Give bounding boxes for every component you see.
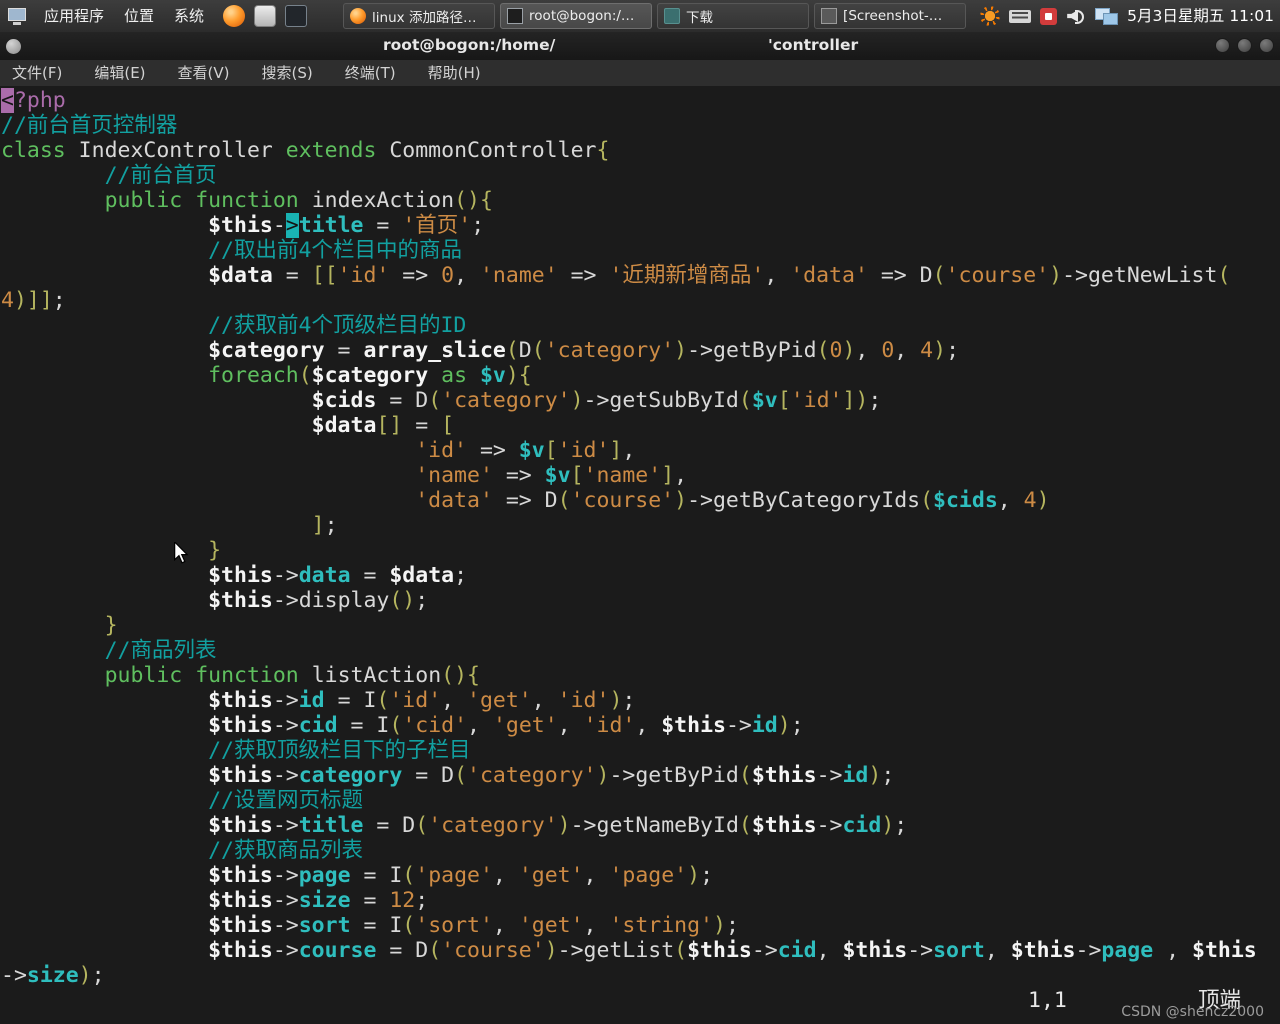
task-button-downloads[interactable]: 下载: [657, 3, 810, 29]
code-line: 'name' => $v['name'],: [415, 463, 688, 488]
image-icon: [821, 8, 838, 24]
panel-left-section: 应用程序 位置 系统: [0, 0, 308, 32]
displays-icon[interactable]: [1095, 6, 1119, 26]
brightness-icon[interactable]: [980, 6, 1001, 26]
computer-icon[interactable]: [6, 6, 28, 26]
code-line: $this->sort = I('sort', 'get', 'string')…: [208, 913, 739, 938]
menubar-item-search[interactable]: 搜索(S): [254, 60, 321, 86]
input-method-icon[interactable]: [1040, 7, 1058, 25]
volume-icon[interactable]: [1066, 6, 1086, 26]
code-line: class IndexController extends CommonCont…: [1, 138, 610, 163]
system-tray: 5月3日星期五 11:01: [971, 0, 1280, 32]
desktop-screen: 应用程序 位置 系统 linux 添加路径… root@bogon:/… 下载: [0, 0, 1280, 1024]
menubar-item-help[interactable]: 帮助(H): [420, 60, 489, 86]
code-line: $data[] = [: [311, 413, 455, 438]
code-line: //前台首页控制器: [1, 113, 178, 138]
code-line: $data = [['id' => 0, 'name' => '近期新增商品',…: [208, 263, 1231, 288]
terminal-icon: [507, 8, 524, 24]
menu-applications[interactable]: 应用程序: [34, 0, 114, 32]
firefox-icon: [350, 8, 367, 24]
task-button-terminal[interactable]: root@bogon:/…: [500, 3, 653, 29]
code-line: //获取前4个顶级栏目的ID: [208, 313, 467, 338]
code-line: $this->data = $data;: [208, 563, 468, 588]
code-line: ];: [311, 513, 338, 538]
code-line: public function indexAction(){: [104, 188, 493, 213]
menubar-item-view[interactable]: 查看(V): [170, 60, 238, 86]
code-line: $this->display();: [208, 588, 429, 613]
task-label: 下载: [686, 10, 714, 26]
code-line: foreach($category as $v){: [208, 363, 532, 388]
code-line: ->size);: [1, 963, 105, 988]
folder-icon: [664, 8, 681, 24]
clock[interactable]: 5月3日星期五 11:01: [1127, 0, 1274, 32]
code-line: //设置网页标题: [208, 788, 363, 813]
task-button-screenshot[interactable]: [Screenshot-…: [814, 3, 967, 29]
terminal-menubar: 文件(F) 编辑(E) 查看(V) 搜索(S) 终端(T) 帮助(H): [0, 60, 1280, 87]
code-line: <?php: [1, 88, 66, 113]
menu-system[interactable]: 系统: [164, 0, 214, 32]
code-line: $this->category = D('category')->getByPi…: [208, 763, 895, 788]
code-line: //获取商品列表: [208, 838, 363, 863]
window-title: root@bogon:/home/: [383, 36, 556, 54]
code-line: $this->course = D('course')->getList($th…: [208, 938, 1257, 963]
terminal-content[interactable]: <?php//前台首页控制器 class IndexController exte…: [0, 86, 1280, 1024]
code-line: }: [208, 538, 222, 563]
code-line: 'id' => $v['id'],: [415, 438, 636, 463]
menubar-item-edit[interactable]: 编辑(E): [86, 60, 153, 86]
code-line: public function listAction(){: [104, 663, 480, 688]
watermark: CSDN @shencz2000: [1121, 1004, 1264, 1020]
mouse-cursor: [174, 542, 189, 564]
close-button[interactable]: [1259, 38, 1274, 53]
code-line: $this->size = 12;: [208, 888, 429, 913]
code-line: $category = array_slice(D('category')->g…: [208, 338, 960, 363]
task-label: root@bogon:/…: [529, 8, 635, 24]
menu-places[interactable]: 位置: [114, 0, 164, 32]
files-launcher-icon[interactable]: [254, 5, 277, 27]
code-line: $cids = D('category')->getSubById($v['id…: [311, 388, 882, 413]
menubar-item-terminal[interactable]: 终端(T): [337, 60, 404, 86]
window-list: linux 添加路径… root@bogon:/… 下载 [Screenshot…: [343, 3, 971, 29]
keyboard-icon[interactable]: [1009, 9, 1032, 23]
code-line: //获取顶级栏目下的子栏目: [208, 738, 471, 763]
code-line: $this->id = I('id', 'get', 'id');: [208, 688, 636, 713]
top-panel: 应用程序 位置 系统 linux 添加路径… root@bogon:/… 下载: [0, 0, 1280, 33]
minimize-button[interactable]: [1215, 38, 1230, 53]
firefox-launcher-icon[interactable]: [223, 5, 246, 27]
task-label: linux 添加路径…: [372, 10, 477, 26]
maximize-button[interactable]: [1237, 38, 1252, 53]
code-line: $this->page = I('page', 'get', 'page');: [208, 863, 714, 888]
terminal-titlebar[interactable]: root@bogon:/home/ 'controller: [0, 32, 1280, 60]
code-line: $this->title = D('category')->getNameByI…: [208, 813, 908, 838]
code-line: //商品列表: [104, 638, 217, 663]
code-line: 'data' => D('course')->getByCategoryIds(…: [415, 488, 1050, 513]
code-line: }: [104, 613, 118, 638]
menubar-item-file[interactable]: 文件(F): [4, 60, 70, 86]
code-line: //前台首页: [104, 163, 217, 188]
code-line: $this->cid = I('cid', 'get', 'id', $this…: [208, 713, 804, 738]
code-line: $this->title = '首页';: [208, 213, 485, 238]
vim-ruler: 1,1: [1028, 988, 1067, 1013]
vim-buffer[interactable]: <?php//前台首页控制器 class IndexController exte…: [0, 86, 1280, 988]
task-button-firefox[interactable]: linux 添加路径…: [343, 3, 496, 29]
code-line: 4)]];: [1, 288, 66, 313]
window-title-secondary: 'controller: [768, 36, 859, 54]
window-icon: [6, 39, 21, 54]
task-label: [Screenshot-…: [843, 8, 943, 24]
code-line: //取出前4个栏目中的商品: [208, 238, 462, 263]
window-controls: [1208, 38, 1274, 53]
terminal-launcher-icon[interactable]: [285, 5, 308, 27]
